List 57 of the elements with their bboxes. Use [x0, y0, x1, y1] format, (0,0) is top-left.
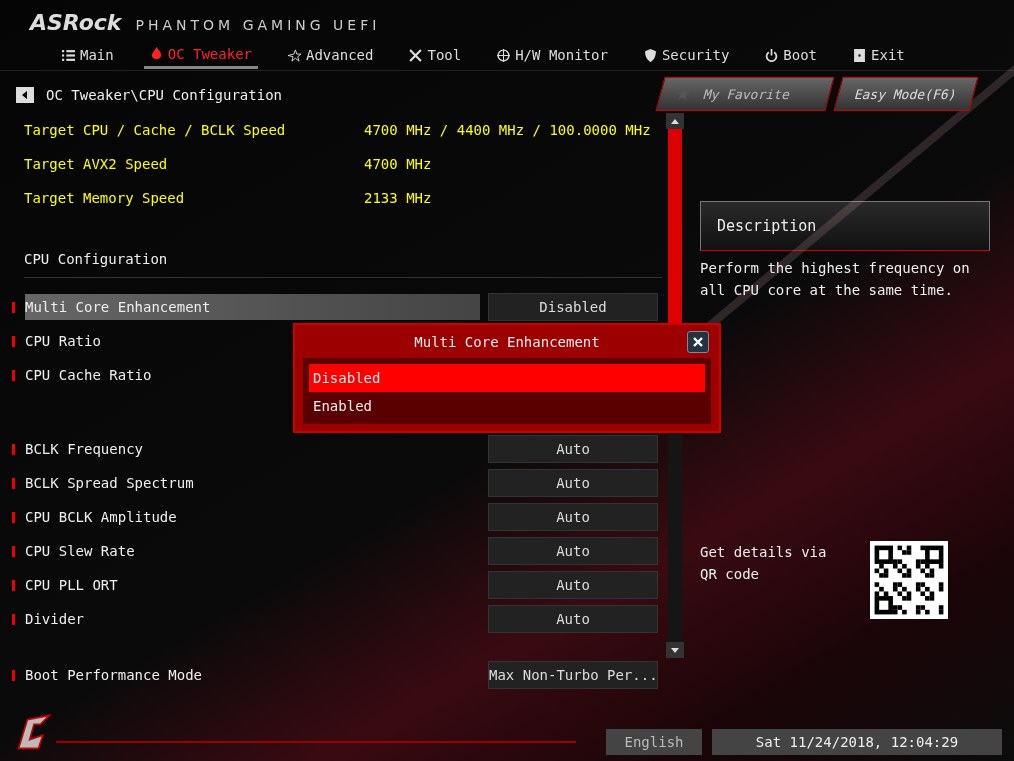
info-label: Target Memory Speed — [24, 190, 186, 206]
setting-label[interactable]: CPU Slew Rate — [25, 538, 480, 564]
info-value: 2133 MHz — [364, 190, 432, 206]
menu-tab[interactable]: Boot — [759, 43, 824, 67]
date-time-display[interactable]: Sat 11/24/2018, 12:04:29 — [712, 729, 1002, 755]
close-icon[interactable] — [687, 331, 709, 353]
menu-tab[interactable]: Tool — [403, 43, 468, 67]
qr-code-icon — [870, 541, 948, 619]
language-button[interactable]: English — [606, 729, 702, 755]
menu-tab[interactable]: Exit — [847, 43, 911, 67]
setting-value-button[interactable]: Auto — [488, 537, 658, 565]
info-label: Target AVX2 Speed — [24, 156, 169, 172]
popup-option[interactable]: Disabled — [309, 364, 705, 392]
setting-value-button[interactable]: Auto — [488, 571, 658, 599]
setting-label[interactable]: Multi Core Enhancement — [25, 294, 480, 320]
info-label: Target CPU / Cache / BCLK Speed — [24, 122, 287, 138]
back-arrow-button[interactable] — [16, 87, 34, 103]
left-arrow-icon — [21, 91, 29, 99]
description-header: Description — [700, 201, 990, 251]
easy-mode-button[interactable]: Easy Mode(F6) — [833, 77, 979, 111]
shield-icon — [643, 48, 657, 62]
my-favorite-button[interactable]: My Favorite — [655, 77, 835, 111]
setting-label[interactable]: CPU BCLK Amplitude — [25, 504, 480, 530]
setting-label[interactable]: BCLK Spread Spectrum — [25, 470, 480, 496]
popup-option[interactable]: Enabled — [309, 392, 705, 420]
menu-tab[interactable]: Advanced — [282, 43, 380, 67]
brand-logo: ASRock — [30, 10, 122, 35]
info-value: 4700 MHz / 4400 MHz / 100.0000 MHz — [364, 122, 651, 138]
setting-value-button[interactable]: Auto — [488, 605, 658, 633]
info-value: 4700 MHz — [364, 156, 432, 172]
menu-tab[interactable]: Main — [56, 43, 120, 67]
breadcrumb-path: OC Tweaker\CPU Configuration — [46, 87, 282, 103]
setting-value-button[interactable]: Max Non-Turbo Per... — [488, 661, 658, 689]
menu-tab[interactable]: OC Tweaker — [143, 41, 258, 69]
setting-label[interactable]: Boot Performance Mode — [25, 662, 480, 688]
popup-title: Multi Core Enhancement — [414, 333, 600, 350]
brand-subtitle: PHANTOM GAMING UEFI — [135, 17, 381, 33]
crosshair-icon — [497, 48, 511, 62]
setting-value-button[interactable]: Auto — [488, 469, 658, 497]
scroll-up-icon[interactable] — [666, 113, 684, 129]
qr-caption: Get details via QR code — [700, 543, 828, 584]
star-icon — [288, 48, 301, 62]
setting-value-button[interactable]: Auto — [488, 435, 658, 463]
setting-value-button[interactable]: Auto — [488, 503, 658, 531]
setting-label[interactable]: BCLK Frequency — [25, 436, 480, 462]
cross-icon — [693, 337, 703, 347]
power-icon — [765, 48, 779, 62]
menu-tab[interactable]: H/W Monitor — [491, 43, 614, 67]
scroll-down-icon[interactable] — [666, 642, 684, 658]
description-text: Perform the highest frequency on all CPU core at the same time. — [700, 259, 971, 300]
list-icon — [62, 48, 75, 62]
menu-tab[interactable]: Security — [637, 43, 736, 67]
section-title: CPU Configuration — [23, 250, 169, 269]
setting-label[interactable]: CPU PLL ORT — [25, 572, 480, 598]
flame-icon — [149, 47, 163, 60]
setting-value-button[interactable]: Disabled — [488, 293, 658, 321]
setting-label[interactable]: Divider — [25, 606, 480, 632]
